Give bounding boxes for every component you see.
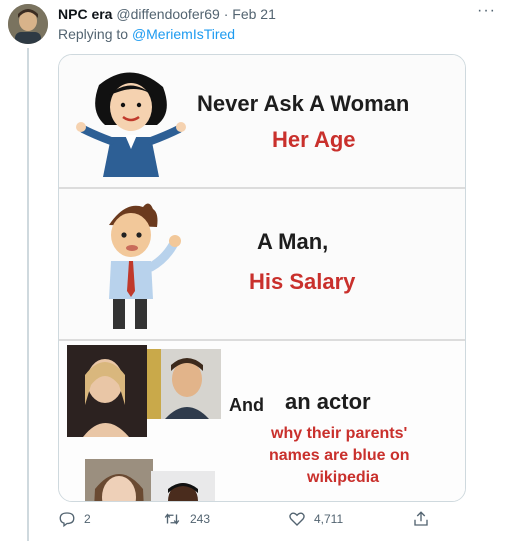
meme-text-his-salary: His Salary — [249, 269, 356, 294]
author-name[interactable]: NPC era — [58, 6, 112, 22]
meme-text-and: And — [229, 395, 264, 415]
meme-text-wikipedia: wikipedia — [307, 469, 380, 486]
retweet-icon — [164, 513, 180, 525]
reply-handle-link[interactable]: @MeriemIsTired — [132, 26, 235, 42]
reply-icon — [59, 512, 75, 528]
woman-cartoon-illustration — [76, 72, 186, 177]
meme-text-never-ask-woman: Never Ask A Woman — [197, 91, 410, 116]
reply-count: 2 — [84, 512, 91, 526]
avatar[interactable] — [8, 4, 48, 44]
tweet-header: NPC era @diffendoofer69 · Feb 21 — [58, 6, 276, 23]
replying-to: Replying to @MeriemIsTired — [58, 26, 235, 42]
man-cartoon-illustration — [109, 203, 181, 329]
share-icon — [414, 511, 428, 526]
more-icon[interactable]: ··· — [477, 2, 496, 20]
meme-text-parents: why their parents' — [271, 425, 408, 442]
share-button[interactable] — [412, 510, 430, 528]
reply-prefix: Replying to — [58, 26, 129, 42]
meme-panel-woman: Never Ask A Woman Her Age — [59, 55, 465, 187]
actor-photo-2 — [147, 349, 221, 419]
meme-text-a-man: A Man, — [257, 229, 329, 254]
actor-photo-1 — [67, 345, 147, 437]
avatar-image — [8, 4, 48, 44]
like-icon — [289, 512, 305, 526]
meme-text-her-age: Her Age — [272, 127, 356, 152]
author-handle[interactable]: @diffendoofer69 — [116, 6, 219, 22]
meme-text-names-blue: names are blue on — [269, 447, 410, 464]
actor-photo-4 — [151, 471, 215, 501]
meme-panel-actor: And an actor why their parents' names ar… — [59, 341, 465, 501]
retweet-count: 243 — [190, 512, 211, 526]
retweet-button[interactable]: 243 — [162, 510, 210, 528]
tweet-actions: 2 243 4,711 — [58, 510, 458, 532]
meme-panel-man: A Man, His Salary — [59, 189, 465, 339]
meme-image-card[interactable]: Never Ask A Woman Her Age A Man, His Sal… — [58, 54, 466, 502]
like-count: 4,711 — [314, 512, 344, 526]
meme-text-an-actor: an actor — [285, 389, 371, 414]
like-button[interactable]: 4,711 — [288, 510, 343, 528]
actor-photo-3 — [85, 459, 153, 501]
tweet-date[interactable]: Feb 21 — [232, 6, 276, 22]
reply-button[interactable]: 2 — [58, 510, 91, 528]
date-separator: · — [223, 6, 229, 22]
thread-line — [27, 48, 29, 541]
